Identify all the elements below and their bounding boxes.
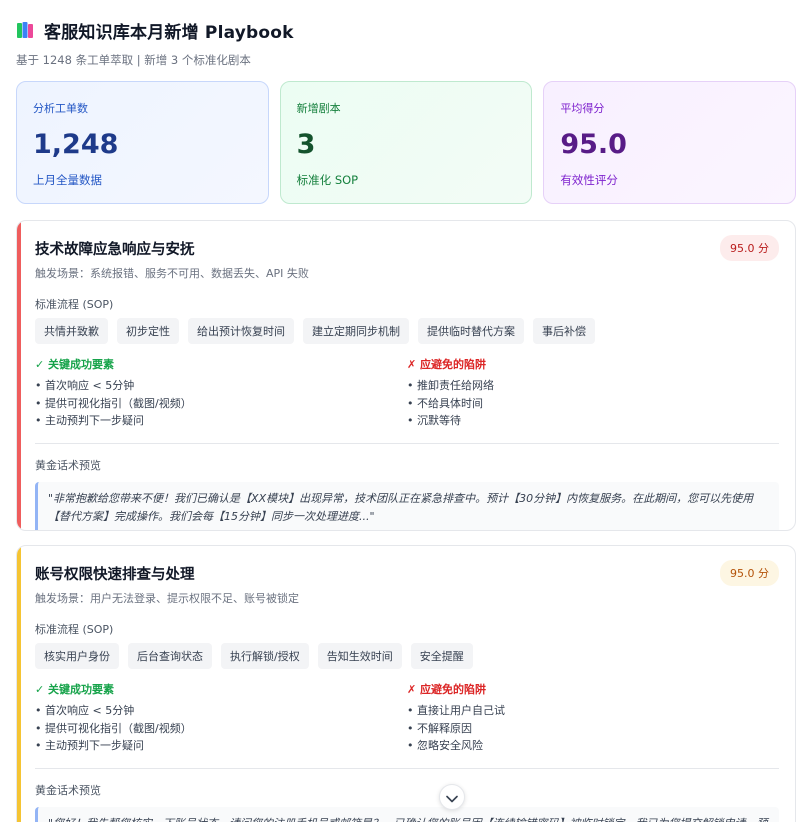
list-item: 主动预判下一步疑问 bbox=[35, 412, 407, 430]
success-factors: ✓ 关键成功要素 首次响应 < 5分钟 提供可视化指引（截图/视频） 主动预判下… bbox=[35, 681, 407, 755]
pitfalls-heading: ✗ 应避免的陷阱 bbox=[407, 683, 487, 696]
scroll-down-button[interactable] bbox=[439, 784, 465, 810]
sop-step: 提供临时替代方案 bbox=[418, 318, 524, 344]
sop-step: 共情并致歉 bbox=[35, 318, 108, 344]
sop-step: 核实用户身份 bbox=[35, 643, 119, 669]
score-badge: 95.0 分 bbox=[720, 560, 779, 586]
card-accent-bar bbox=[17, 221, 21, 530]
score-badge: 95.0 分 bbox=[720, 235, 779, 261]
page-title: 客服知识库本月新增 Playbook bbox=[44, 22, 294, 43]
sop-label: 标准流程 (SOP) bbox=[35, 623, 114, 636]
stat-card-playbooks: 新增剧本 3 标准化 SOP bbox=[279, 81, 533, 204]
list-item: 忽略安全风险 bbox=[407, 737, 779, 755]
chevron-down-icon bbox=[446, 788, 458, 807]
pitfalls: ✗ 应避免的陷阱 推卸责任给网络 不给具体时间 沉默等待 bbox=[407, 356, 779, 430]
playbook-title: 账号权限快速排查与处理 bbox=[35, 566, 195, 583]
stat-label: 平均得分 bbox=[560, 102, 605, 115]
success-factors: ✓ 关键成功要素 首次响应 < 5分钟 提供可视化指引（截图/视频） 主动预判下… bbox=[35, 356, 407, 430]
card-accent-bar bbox=[17, 546, 21, 822]
list-item: 不解释原因 bbox=[407, 720, 779, 738]
sop-label: 标准流程 (SOP) bbox=[35, 298, 114, 311]
list-item: 首次响应 < 5分钟 bbox=[35, 702, 407, 720]
list-item: 主动预判下一步疑问 bbox=[35, 737, 407, 755]
stat-note: 上月全量数据 bbox=[33, 173, 102, 187]
sop-step: 告知生效时间 bbox=[317, 643, 402, 669]
list-item: 首次响应 < 5分钟 bbox=[35, 377, 407, 395]
stat-card-tickets: 分析工单数 1,248 上月全量数据 bbox=[16, 81, 269, 204]
stat-note: 标准化 SOP bbox=[296, 173, 359, 187]
list-item: 直接让用户自己试 bbox=[407, 702, 779, 720]
list-item: 提供可视化指引（截图/视频） bbox=[35, 720, 407, 738]
stat-label: 分析工单数 bbox=[33, 102, 88, 115]
stats-row: 分析工单数 1,248 上月全量数据 新增剧本 3 标准化 SOP 平均得分 9… bbox=[16, 81, 797, 204]
sop-step: 给出预计恢复时间 bbox=[188, 318, 294, 344]
trigger-scenario: 触发场景：系统报错、服务不可用、数据丢失、API 失败 bbox=[35, 267, 309, 280]
stat-card-score: 平均得分 95.0 有效性评分 bbox=[543, 81, 797, 204]
trigger-scenario: 触发场景：用户无法登录、提示权限不足、账号被锁定 bbox=[35, 592, 299, 605]
pitfalls-heading: ✗ 应避免的陷阱 bbox=[407, 358, 487, 371]
divider bbox=[35, 442, 779, 444]
golden-script-quote: "非常抱歉给您带来不便！我们已确认是【XX模块】出现异常，技术团队正在紧急排查中… bbox=[35, 481, 779, 530]
stat-value: 3 bbox=[296, 129, 316, 160]
sop-steps: 核实用户身份 后台查询状态 执行解锁/授权 告知生效时间 安全提醒 bbox=[35, 643, 779, 669]
stat-note: 有效性评分 bbox=[560, 173, 618, 187]
sop-steps: 共情并致歉 初步定性 给出预计恢复时间 建立定期同步机制 提供临时替代方案 事后… bbox=[35, 318, 779, 344]
stat-value: 1,248 bbox=[33, 129, 119, 160]
golden-script-label: 黄金话术预览 bbox=[35, 458, 101, 472]
playbook-card: 技术故障应急响应与安抚 95.0 分 触发场景：系统报错、服务不可用、数据丢失、… bbox=[16, 220, 796, 531]
stat-value: 95.0 bbox=[560, 129, 627, 160]
playbook-card: 账号权限快速排查与处理 95.0 分 触发场景：用户无法登录、提示权限不足、账号… bbox=[16, 545, 796, 822]
list-item: 推卸责任给网络 bbox=[407, 377, 779, 395]
page-header: 客服知识库本月新增 Playbook 基于 1248 条工单萃取 | 新增 3 … bbox=[16, 18, 796, 68]
divider bbox=[35, 767, 779, 769]
pitfalls: ✗ 应避免的陷阱 直接让用户自己试 不解释原因 忽略安全风险 bbox=[407, 681, 779, 755]
sop-step: 初步定性 bbox=[117, 318, 179, 344]
list-item: 不给具体时间 bbox=[407, 395, 779, 413]
page-subtitle: 基于 1248 条工单萃取 | 新增 3 个标准化剧本 bbox=[16, 53, 251, 67]
golden-script-quote: "您好！我先帮您核实一下账号状态。请问您的注册手机号或邮箱是？...已确认您的账… bbox=[35, 806, 779, 822]
sop-step: 执行解锁/授权 bbox=[221, 643, 309, 669]
sop-step: 建立定期同步机制 bbox=[303, 318, 409, 344]
success-heading: ✓ 关键成功要素 bbox=[35, 358, 115, 371]
golden-script-label: 黄金话术预览 bbox=[35, 783, 101, 797]
playbook-title: 技术故障应急响应与安抚 bbox=[35, 241, 195, 258]
sop-step: 后台查询状态 bbox=[128, 643, 212, 669]
sop-step: 安全提醒 bbox=[410, 643, 473, 669]
sop-step: 事后补偿 bbox=[533, 318, 595, 344]
list-item: 提供可视化指引（截图/视频） bbox=[35, 395, 407, 413]
stat-label: 新增剧本 bbox=[296, 102, 341, 115]
success-heading: ✓ 关键成功要素 bbox=[35, 683, 115, 696]
list-item: 沉默等待 bbox=[407, 412, 779, 430]
books-icon bbox=[16, 21, 36, 39]
